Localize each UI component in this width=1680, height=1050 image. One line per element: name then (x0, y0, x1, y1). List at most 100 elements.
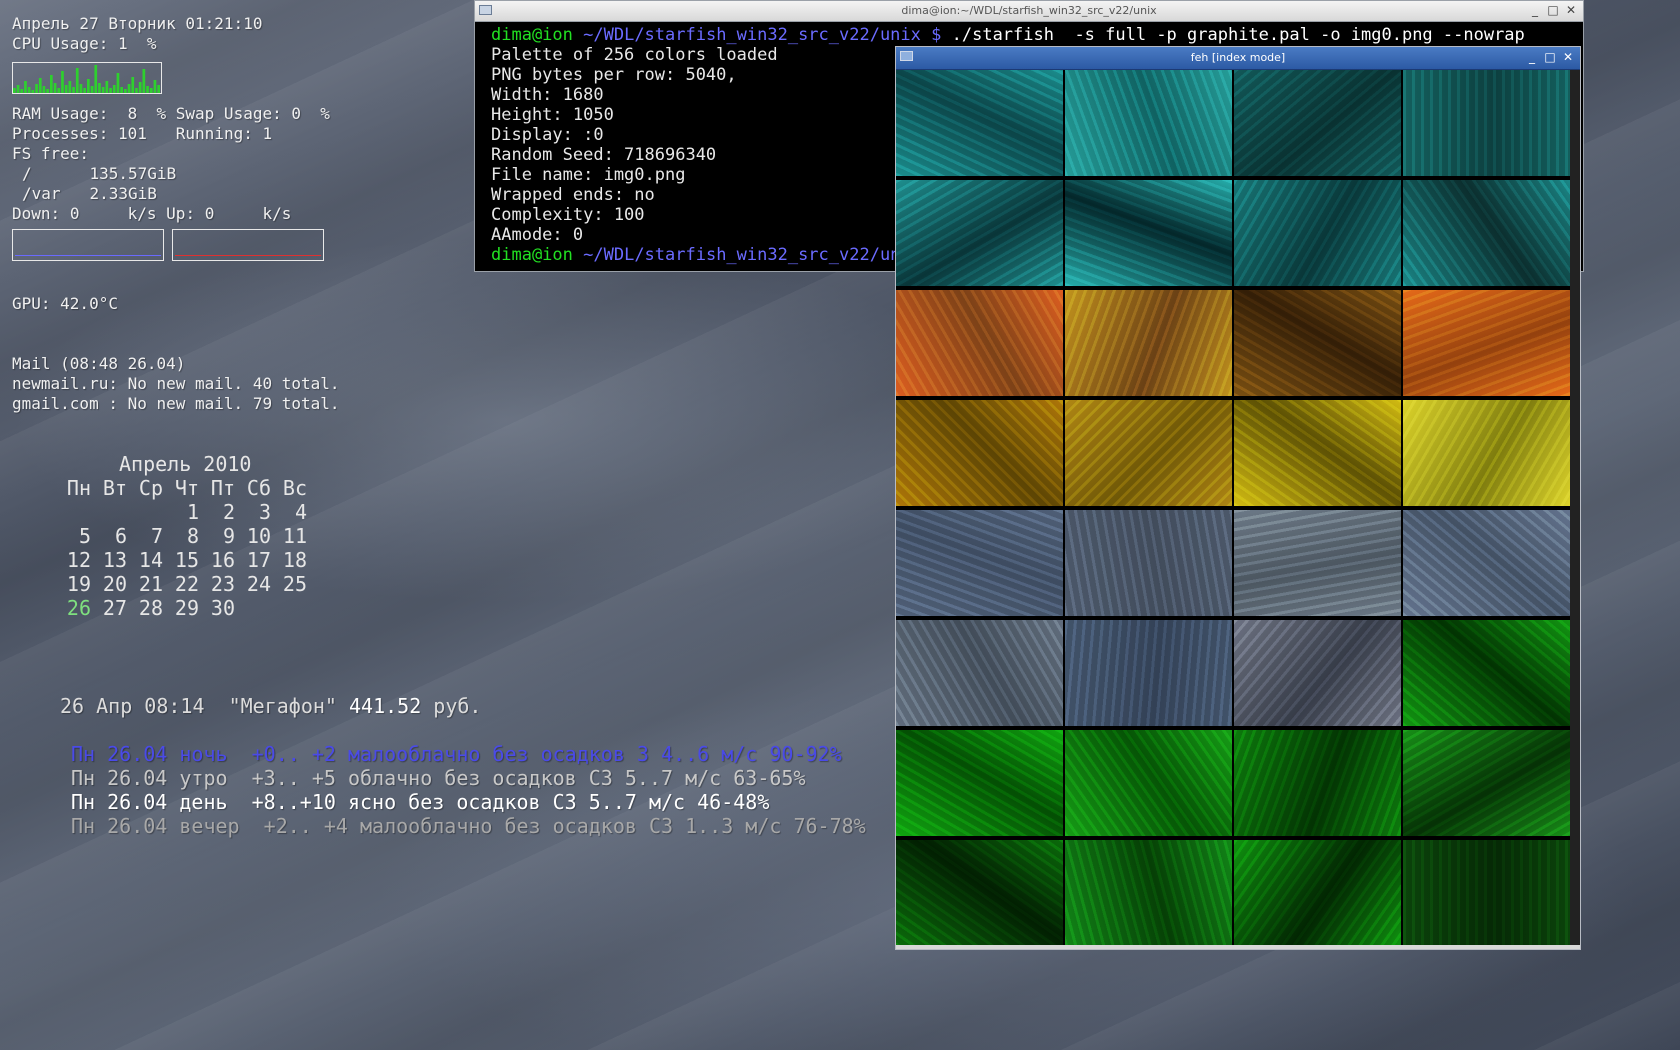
terminal-command-line: dima@ion ~/WDL/starfish_win32_src_v22/un… (491, 25, 1579, 45)
cpu-graph-bar (53, 83, 57, 93)
minimize-icon[interactable]: _ (1526, 50, 1538, 64)
fractal-thumbnail[interactable] (1065, 180, 1232, 286)
cpu-graph-bar (120, 87, 123, 93)
terminal-title: dima@ion:~/WDL/starfish_win32_src_v22/un… (901, 4, 1157, 17)
fractal-thumbnail[interactable] (1065, 70, 1232, 176)
calendar-day: 13 (102, 548, 127, 572)
down-unit: k/s (127, 204, 157, 223)
calendar-day: 12 (66, 548, 91, 572)
balance-text: 26 Апр 08:14 "Мегафон" (60, 694, 337, 718)
fractal-thumbnail[interactable] (1234, 840, 1401, 946)
fs-free-value: 135.57GiB (89, 164, 177, 183)
calendar-day: 3 (258, 500, 271, 524)
fractal-thumbnail[interactable] (1065, 840, 1232, 946)
close-icon[interactable]: ✕ (1562, 50, 1574, 64)
mail-account: gmail.com : No new mail. 79 total. (12, 394, 340, 413)
minimize-icon[interactable]: _ (1529, 3, 1541, 17)
cpu-graph-bar (35, 84, 38, 93)
cpu-graph-bar (149, 88, 153, 93)
ram-value: 8 % (127, 104, 167, 123)
calendar-title: Апрель 2010 (119, 452, 252, 476)
maximize-icon[interactable]: □ (1547, 3, 1559, 17)
running-label: Running: (175, 124, 253, 143)
feh-window[interactable]: feh [index mode] _ □ ✕ (895, 46, 1581, 950)
fractal-thumbnail[interactable] (896, 840, 1063, 946)
calendar-day: 29 (174, 596, 199, 620)
cpu-graph-bar (135, 88, 138, 93)
fractal-thumbnail[interactable] (896, 290, 1063, 396)
calendar-day: 4 (294, 500, 307, 524)
cpu-graph-bar (75, 68, 79, 93)
calendar-day: 1 (186, 500, 199, 524)
feh-titlebar[interactable]: feh [index mode] _ □ ✕ (896, 47, 1580, 70)
fractal-thumbnail[interactable] (1403, 70, 1570, 176)
fractal-thumbnail[interactable] (896, 620, 1063, 726)
feh-title: feh [index mode] (1190, 51, 1286, 64)
weather-line: Пн 26.04 утро +3.. +5 облачно без осадко… (71, 766, 806, 790)
fractal-thumbnail[interactable] (896, 400, 1063, 506)
fractal-thumbnail[interactable] (1234, 400, 1401, 506)
terminal-titlebar[interactable]: dima@ion:~/WDL/starfish_win32_src_v22/un… (475, 1, 1583, 22)
cpu-graph-bar (83, 88, 86, 93)
fractal-thumbnail[interactable] (1403, 840, 1570, 946)
fractal-thumbnail[interactable] (1065, 510, 1232, 616)
calendar-day: 26 (66, 596, 91, 620)
gpu-temperature: GPU: 42.0°C (12, 294, 118, 313)
up-graph (172, 229, 324, 261)
cpu-graph (12, 62, 162, 94)
fractal-thumbnail[interactable] (1403, 400, 1570, 506)
fractal-thumbnail[interactable] (896, 70, 1063, 176)
fractal-thumbnail[interactable] (896, 730, 1063, 836)
fractal-thumbnail[interactable] (1234, 510, 1401, 616)
fractal-thumbnail[interactable] (1403, 620, 1570, 726)
fractal-thumbnail[interactable] (1234, 70, 1401, 176)
fractal-thumbnail[interactable] (1065, 290, 1232, 396)
fs-row: / 135.57GiB (22, 164, 176, 184)
calendar-week: 19 20 21 22 23 24 25 (55, 572, 307, 596)
fractal-thumbnail[interactable] (1065, 730, 1232, 836)
calendar-day: 23 (210, 572, 235, 596)
cpu-graph-bar (105, 81, 109, 93)
fractal-thumbnail[interactable] (1403, 290, 1570, 396)
fractal-thumbnail[interactable] (896, 180, 1063, 286)
cpu-value: 1 % (117, 34, 157, 53)
fractal-thumbnail[interactable] (1403, 180, 1570, 286)
cpu-graph-bar (68, 81, 72, 93)
datetime: Апрель 27 Вторник 01:21:10 (12, 14, 263, 33)
calendar-day (55, 500, 91, 524)
fractal-thumbnail[interactable] (1234, 180, 1401, 286)
mail-header: Mail (08:48 26.04) (12, 354, 186, 373)
calendar-day: 28 (138, 596, 163, 620)
cpu-graph-bar (101, 87, 105, 93)
fractal-thumbnail[interactable] (1065, 400, 1232, 506)
fractal-thumbnail[interactable] (1403, 510, 1570, 616)
fractal-thumbnail[interactable] (1234, 290, 1401, 396)
calendar-weekday: Вс (282, 476, 307, 500)
fractal-thumbnail[interactable] (1234, 620, 1401, 726)
running-value: 1 (262, 124, 273, 143)
fractal-thumbnail[interactable] (1065, 620, 1232, 726)
terminal-command: ./starfish -s full -p graphite.pal -o im… (951, 25, 1525, 45)
prompt-user: dima@ion (491, 25, 573, 45)
cpu-label: CPU Usage: (12, 34, 109, 53)
calendar-weekday: Чт (174, 476, 199, 500)
calendar-day: 6 (114, 524, 127, 548)
calendar-weekday: Сб (246, 476, 271, 500)
fractal-thumbnail[interactable] (896, 510, 1063, 616)
cpu-graph-bar (146, 86, 149, 93)
fractal-thumbnail[interactable] (1234, 730, 1401, 836)
cpu-graph-bar (16, 85, 20, 93)
up-value: 0 (204, 204, 215, 223)
cpu-graph-bar (27, 87, 31, 93)
fractal-thumbnail[interactable] (1403, 730, 1570, 836)
feh-scrollbar[interactable] (1570, 70, 1580, 949)
prompt-user: dima@ion (491, 245, 573, 265)
calendar-day: 30 (210, 596, 235, 620)
fs-mount: /var (22, 184, 61, 203)
cpu-graph-svg (13, 65, 160, 93)
close-icon[interactable]: ✕ (1565, 3, 1577, 17)
cpu-graph-bar (24, 81, 27, 93)
calendar-week: 1234 (55, 500, 307, 524)
maximize-icon[interactable]: □ (1544, 50, 1556, 64)
processes-value: 101 (117, 124, 147, 143)
